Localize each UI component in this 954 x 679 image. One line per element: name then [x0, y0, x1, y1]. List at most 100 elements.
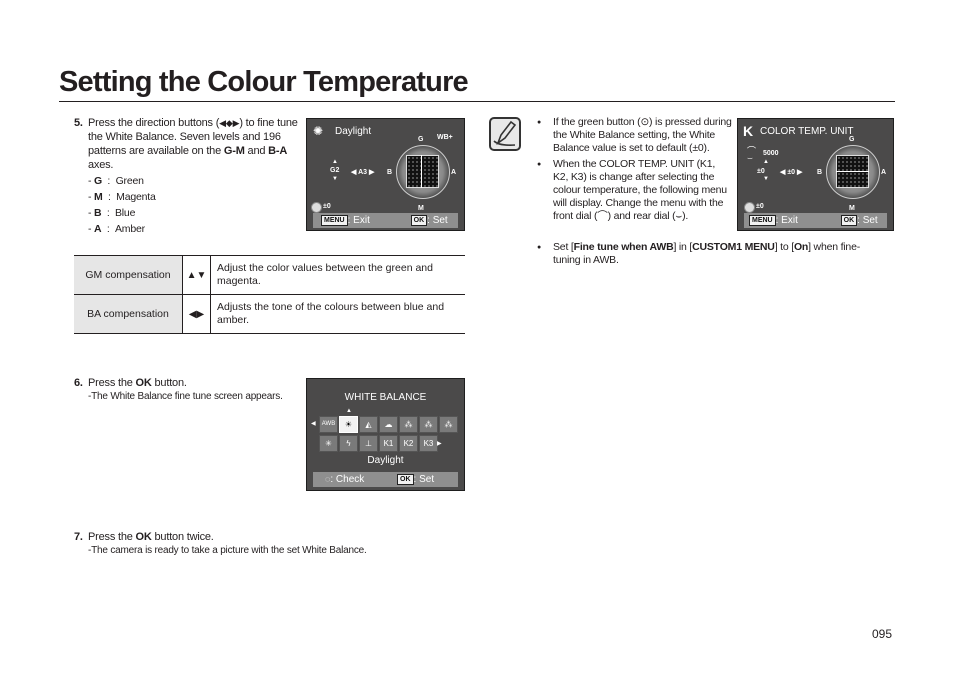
- wb-option-k1[interactable]: K1: [379, 435, 398, 452]
- step-7-text-b: button twice.: [151, 531, 214, 543]
- wb-option-fluorescent-2[interactable]: ⁂: [419, 416, 438, 433]
- axis-gm: G-M: [223, 145, 245, 157]
- b-label: B: [817, 169, 823, 176]
- down-arrow-icon: ▼: [763, 176, 769, 182]
- step-6-subtext: -The White Balance fine tune screen appe…: [88, 391, 283, 402]
- compensation-table: GM compensation ▲▼ Adjust the color valu…: [74, 255, 465, 334]
- note-item: When the COLOR TEMP. UNIT (K1, K2, K3) i…: [537, 158, 732, 223]
- wb-plus-badge: WB+: [437, 134, 453, 141]
- scroll-right-icon[interactable]: ▶: [437, 440, 442, 447]
- wb-option-tungsten[interactable]: ✳: [319, 435, 338, 452]
- screen-footer: MENU: Exit OK: Set: [313, 213, 458, 228]
- wb-option-k2[interactable]: K2: [399, 435, 418, 452]
- screen-footer: MENU: Exit OK: Set: [744, 213, 887, 228]
- b-label: B: [387, 169, 393, 176]
- ok-keyword: OK: [135, 377, 152, 389]
- ba-value: ◀ A3 ▶: [351, 169, 375, 176]
- note-item: If the green button (⊙) is pressed durin…: [537, 116, 732, 155]
- title-divider: [59, 101, 895, 102]
- camera-screen-fine-tune: ✺ Daylight WB+ G M B A ▲ G2 ▼ ◀ A3 ▶ ±0 …: [306, 118, 465, 231]
- up-arrow-icon: ▲: [763, 159, 769, 165]
- step-5-text-c: and: [244, 145, 269, 157]
- wb-option-cloudy[interactable]: ☁: [379, 416, 398, 433]
- wb-option-daylight[interactable]: ☀: [339, 416, 358, 433]
- up-arrow-icon: ▲: [332, 159, 338, 165]
- legend-item: - A : Amber: [88, 223, 145, 235]
- wb-option-awb[interactable]: AWB: [319, 416, 338, 433]
- row-label: BA compensation: [74, 294, 183, 334]
- menu-name: CUSTOM1 MENU: [692, 241, 775, 253]
- screen-title: COLOR TEMP. UNIT: [760, 126, 854, 137]
- axis-legend: - G : Green - M : Magenta - B : Blue - A…: [74, 173, 304, 237]
- rear-dial-icon: ⌣: [747, 153, 753, 163]
- grid-cross-vertical: [421, 155, 422, 188]
- gm-value: G2: [330, 167, 340, 174]
- step-5: 5. Press the direction buttons (◀◆▶) to …: [74, 116, 304, 237]
- page-title: Setting the Colour Temperature: [59, 66, 469, 98]
- setting-name: Fine tune when AWB: [573, 241, 674, 253]
- pencil-glyph-icon: [493, 120, 517, 146]
- kelvin-icon: K: [743, 123, 754, 139]
- g-label: G: [849, 136, 855, 143]
- legend-item: - M : Magenta: [88, 191, 156, 203]
- exit-label: : Exit: [775, 215, 798, 226]
- set-label: : Set: [413, 474, 435, 485]
- table-row: BA compensation ◀▶ Adjusts the tone of t…: [74, 294, 465, 334]
- row-description: Adjusts the tone of the colours between …: [210, 294, 465, 334]
- daylight-icon: ✺: [313, 124, 324, 138]
- a-label: A: [451, 169, 457, 176]
- legend-item: - G : Green: [88, 175, 144, 187]
- down-arrow-icon: ▼: [332, 176, 338, 182]
- row-label: GM compensation: [74, 255, 183, 295]
- set-label: : Set: [427, 215, 448, 226]
- menu-button-icon: MENU: [321, 214, 348, 226]
- camera-screen-white-balance: WHITE BALANCE ▲ ◀ AWB ☀ ◭ ☁ ⁂ ⁂ ⁂ ✳ ϟ ⊥ …: [306, 378, 465, 491]
- wb-option-shade[interactable]: ◭: [359, 416, 378, 433]
- green-button-icon: [311, 202, 322, 213]
- grid-cross-horizontal: [836, 171, 869, 172]
- wb-option-fluorescent-1[interactable]: ⁂: [399, 416, 418, 433]
- notes-list-continued: Set [Fine tune when AWB] in [CUSTOM1 MEN…: [537, 241, 877, 267]
- page-number: 095: [872, 627, 893, 641]
- left-right-arrows-icon: ◀▶: [182, 294, 211, 334]
- m-label: M: [418, 205, 424, 212]
- wb-option-custom[interactable]: ⊥: [359, 435, 378, 452]
- mode-label: Daylight: [335, 126, 372, 137]
- direction-pad-icon: ◀◆▶: [219, 118, 240, 128]
- green-button-icon: [744, 202, 755, 213]
- ok-keyword: OK: [135, 531, 152, 543]
- g-label: G: [418, 136, 424, 143]
- step-6-text: Press the: [88, 377, 136, 389]
- selected-wb-label: Daylight: [367, 455, 404, 466]
- temp-value: 5000: [763, 150, 779, 157]
- notes-list: If the green button (⊙) is pressed durin…: [537, 116, 732, 223]
- fine-tune-grid: [406, 155, 439, 188]
- wb-option-flash[interactable]: ϟ: [339, 435, 358, 452]
- scroll-left-icon[interactable]: ◀: [311, 420, 316, 427]
- screen-title: WHITE BALANCE: [344, 392, 427, 403]
- step-7: 7. Press the OK button twice. -The camer…: [74, 530, 474, 558]
- a-label: A: [881, 169, 887, 176]
- selection-caret-icon: ▲: [346, 408, 352, 414]
- ok-button-icon: OK: [840, 214, 858, 226]
- ok-button-icon: OK: [410, 214, 428, 226]
- wb-row-2: ✳ ϟ ⊥ K1 K2 K3: [319, 435, 438, 452]
- green-button-value: ±0: [756, 203, 764, 210]
- note-pencil-icon: [489, 117, 521, 151]
- step-7-subtext: -The camera is ready to take a picture w…: [88, 545, 367, 556]
- note-item: Set [Fine tune when AWB] in [CUSTOM1 MEN…: [537, 241, 877, 267]
- exit-label: : Exit: [347, 215, 370, 226]
- step-5-text: Press the direction buttons (: [88, 117, 220, 129]
- up-down-arrows-icon: ▲▼: [182, 255, 211, 295]
- legend-item: - B : Blue: [88, 207, 136, 219]
- screen-footer: ◌: Check OK: Set: [313, 472, 458, 487]
- ok-button-icon: OK: [397, 473, 414, 485]
- wb-option-fluorescent-3[interactable]: ⁂: [439, 416, 458, 433]
- menu-button-icon: MENU: [749, 214, 776, 226]
- setting-value: On: [793, 241, 809, 253]
- step-6-text-b: button.: [151, 377, 187, 389]
- step-number: 7.: [74, 531, 83, 543]
- wb-option-k3[interactable]: K3: [419, 435, 438, 452]
- camera-screen-color-temp: K COLOR TEMP. UNIT G M B A ⌒ 5000 ⌣ ▲ ±0…: [737, 118, 894, 231]
- set-label: : Set: [857, 215, 878, 226]
